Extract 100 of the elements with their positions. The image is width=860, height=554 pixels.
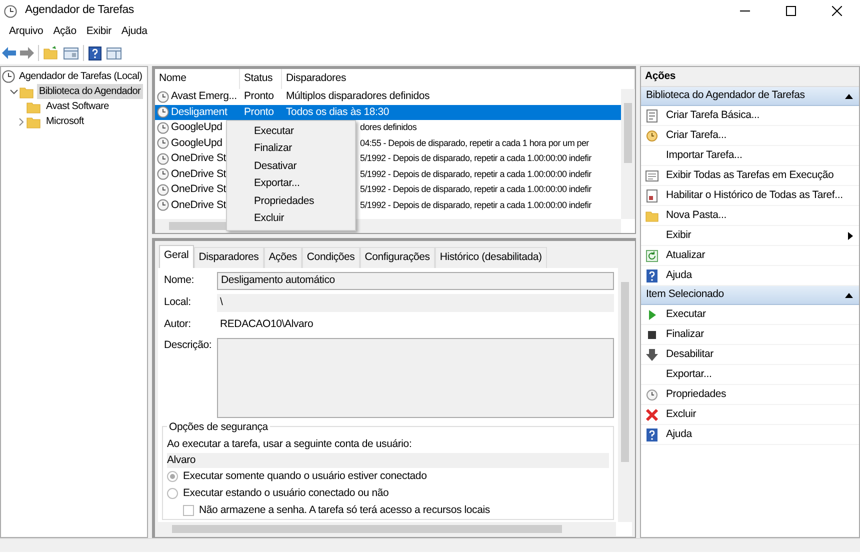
action-label: Importar Tarefa... <box>666 148 742 163</box>
maximize-icon <box>786 6 796 16</box>
selected-row[interactable]: Desligament Pronto Todos os dias às 18:30 <box>155 104 621 120</box>
scrollbar[interactable] <box>621 89 635 219</box>
description-field[interactable] <box>217 338 614 418</box>
table-cell-text: OneDrive St <box>171 198 226 212</box>
expand-caret-icon[interactable] <box>9 86 19 96</box>
scrollbar[interactable] <box>158 522 616 536</box>
context-menu-item[interactable]: Propriedades <box>227 193 355 210</box>
action-item[interactable]: Exibir <box>641 226 859 246</box>
action-label: Finalizar <box>666 326 704 342</box>
action-item[interactable]: Criar Tarefa... <box>641 126 859 146</box>
field-value: REDACAO10\Alvaro <box>219 316 314 332</box>
table-cell: Pronto <box>244 106 274 118</box>
tab[interactable]: Condições <box>302 247 360 268</box>
folder-icon <box>645 208 659 222</box>
action-item[interactable]: Finalizar <box>641 325 859 345</box>
action-item[interactable]: Ajuda <box>641 425 859 445</box>
help-icon[interactable] <box>88 46 102 60</box>
group-title: Opções de segurança <box>167 420 270 436</box>
action-item[interactable]: Exibir Todas as Tarefas em Execução <box>641 166 859 186</box>
context-menu-item[interactable]: Executar <box>227 123 355 140</box>
delete-icon <box>645 408 659 422</box>
clock-icon <box>157 90 169 103</box>
table-cell-text: GoogleUpd <box>171 120 222 135</box>
action-item[interactable]: Propriedades <box>641 385 859 405</box>
table-cell-text: OneDrive St <box>171 151 226 166</box>
panel-icon[interactable] <box>106 46 122 60</box>
table-cell: Todos os dias às 18:30 <box>286 106 390 118</box>
action-label: Executar <box>666 306 706 322</box>
radio-button[interactable] <box>167 471 178 482</box>
back-arrow-icon[interactable] <box>2 47 16 59</box>
action-item[interactable]: Exportar... <box>641 365 859 385</box>
scrollbar[interactable] <box>618 268 632 522</box>
table-cell: 5/1992 - Depois de disparado, repetir a cada 1.00:00:00 indefir <box>360 153 592 163</box>
action-label: Nova Pasta... <box>666 208 726 223</box>
action-label: Exibir Todas as Tarefas em Execução <box>666 168 834 183</box>
action-item[interactable]: Atualizar <box>641 246 859 266</box>
submenu-arrow-icon <box>848 232 853 240</box>
log-icon <box>645 188 659 202</box>
radio-button[interactable] <box>167 488 178 500</box>
field-value: Alvaro <box>167 452 609 468</box>
collapse-caret-icon[interactable] <box>16 116 26 126</box>
list-icon <box>645 168 659 182</box>
window-icon[interactable] <box>63 46 79 60</box>
menu-item[interactable]: Ajuda <box>116 24 152 40</box>
section-header[interactable]: Biblioteca do Agendador de Tarefas <box>641 87 859 106</box>
menu-item[interactable]: Ação <box>48 24 82 40</box>
column-header[interactable]: Nome <box>155 69 240 89</box>
action-label: Criar Tarefa... <box>666 128 726 143</box>
action-item[interactable]: Executar <box>641 305 859 325</box>
arrow-down-icon <box>645 348 659 362</box>
help-icon <box>645 428 659 442</box>
option-label: Executar somente quando o usuário estiver conectado <box>183 468 427 484</box>
tab[interactable]: Histórico (desabilitada) <box>434 247 547 268</box>
context-menu-item[interactable]: Excluir <box>227 210 355 228</box>
form-icon <box>645 108 659 122</box>
forward-arrow-icon[interactable] <box>20 47 34 59</box>
context-menu-item[interactable]: Exportar... <box>227 176 355 193</box>
tree-item[interactable]: Biblioteca do Agendador <box>37 84 143 99</box>
refresh-icon <box>645 248 659 262</box>
action-item[interactable]: Criar Tarefa Básica... <box>641 106 859 126</box>
action-item[interactable]: Excluir <box>641 405 859 425</box>
action-item[interactable]: Desabilitar <box>641 345 859 365</box>
clock-icon <box>645 128 659 142</box>
name-field[interactable]: Desligamento automático <box>217 272 614 290</box>
context-menu-item[interactable]: Desativar <box>227 158 355 176</box>
action-item[interactable]: Habilitar o Histórico de Todas as Taref... <box>641 186 859 206</box>
action-label: Desabilitar <box>666 346 714 362</box>
clock-icon <box>157 152 169 165</box>
collapse-icon[interactable] <box>845 292 853 298</box>
tab[interactable]: Disparadores <box>194 247 264 268</box>
field-label: Nome: <box>163 272 195 288</box>
tree-item[interactable]: Agendador de Tarefas (Local) <box>17 69 144 84</box>
section-title: Biblioteca do Agendador de Tarefas <box>646 88 805 104</box>
tree-item[interactable]: Avast Software <box>44 99 111 114</box>
table-cell: 5/1992 - Depois de disparado, repetir a cada 1.00:00:00 indefir <box>360 200 592 210</box>
tree-item[interactable]: Microsoft <box>44 114 86 129</box>
checkbox[interactable] <box>183 505 194 516</box>
action-label: Criar Tarefa Básica... <box>666 108 760 123</box>
tab[interactable]: Ações <box>264 247 302 268</box>
clock-icon <box>157 137 169 150</box>
table-cell-text: GoogleUpd <box>171 136 222 150</box>
collapse-icon[interactable] <box>845 94 853 98</box>
action-item[interactable]: Nova Pasta... <box>641 206 859 226</box>
menu-item[interactable]: Arquivo <box>4 24 48 40</box>
clock-icon <box>157 106 169 118</box>
table-cell: dores definidos <box>360 122 417 132</box>
column-header[interactable]: Status <box>240 69 282 89</box>
action-label: Propriedades <box>666 386 726 402</box>
section-header[interactable]: Item Selecionado <box>641 286 859 305</box>
help-icon <box>645 268 659 282</box>
tab[interactable]: Configurações <box>360 247 435 268</box>
folder-icon[interactable] <box>43 46 59 60</box>
menu-item[interactable]: Exibir <box>81 24 116 40</box>
tab[interactable]: Geral <box>159 245 194 268</box>
table-cell-text: OneDrive St <box>171 166 226 182</box>
context-menu-item[interactable]: Finalizar <box>227 140 355 158</box>
action-item[interactable]: Importar Tarefa... <box>641 146 859 166</box>
field-label: Autor: <box>163 316 192 332</box>
